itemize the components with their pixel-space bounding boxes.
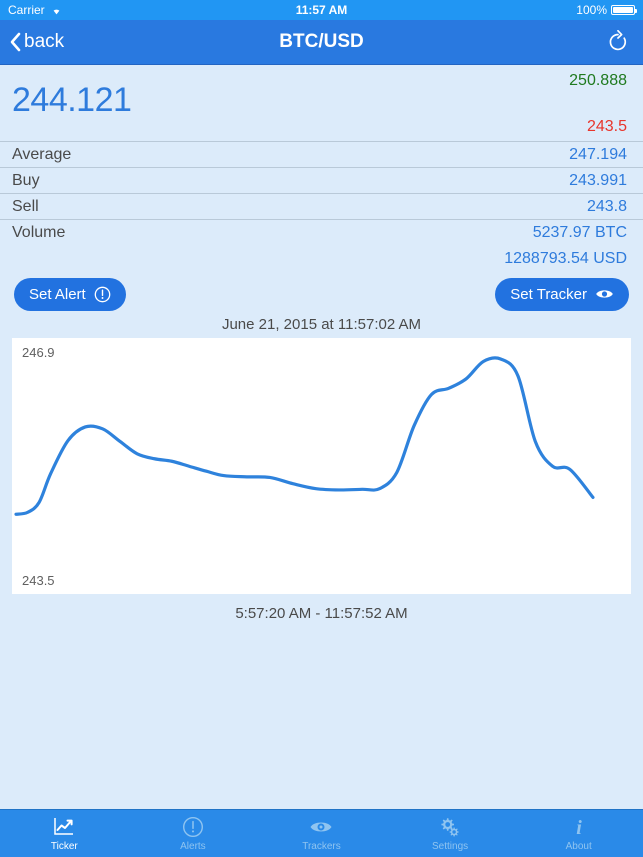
tab-bar: Ticker Alerts Trackers Settings i About — [0, 809, 643, 857]
current-price: 244.121 — [12, 81, 132, 119]
chart-line-plot — [14, 356, 595, 516]
tab-settings[interactable]: Settings — [386, 810, 515, 857]
table-row: Buy 243.991 — [0, 168, 643, 194]
exclamation-circle-icon — [182, 815, 204, 839]
line-chart-icon — [52, 815, 76, 839]
table-row: Average 247.194 — [0, 142, 643, 168]
battery-icon — [611, 5, 637, 15]
carrier-label: Carrier — [8, 3, 45, 17]
row-value-buy: 243.991 — [569, 171, 627, 189]
row-value-volume-usd: 1288793.54 USD — [504, 250, 627, 267]
eye-icon — [596, 290, 613, 298]
chart-series-line — [14, 356, 595, 516]
row-label-sell: Sell — [12, 197, 39, 215]
info-icon: i — [571, 815, 587, 839]
high-price: 250.888 — [569, 72, 627, 89]
svg-text:i: i — [576, 817, 582, 838]
back-button[interactable]: back — [0, 31, 64, 53]
refresh-icon — [609, 30, 627, 51]
stats-table: Average 247.194 Buy 243.991 Sell 243.8 V… — [0, 142, 643, 272]
action-button-bar: Set Alert Set Tracker — [0, 272, 643, 316]
status-right: 100% — [576, 3, 637, 17]
wifi-icon — [53, 9, 60, 15]
row-label-buy: Buy — [12, 171, 40, 189]
page-title: BTC/USD — [279, 31, 364, 52]
row-value-volume-btc: 5237.97 BTC — [532, 224, 627, 241]
gears-icon — [438, 815, 462, 839]
chart-y-max-label: 246.9 — [22, 345, 55, 360]
app-screen: Carrier 11:57 AM 100% back BTC/USD 244.1… — [0, 0, 643, 857]
low-price: 243.5 — [586, 118, 627, 135]
tab-trackers[interactable]: Trackers — [257, 810, 386, 857]
row-value-sell: 243.8 — [586, 197, 627, 215]
table-row: Volume 5237.97 BTC — [0, 220, 643, 246]
tab-alerts[interactable]: Alerts — [129, 810, 258, 857]
status-time: 11:57 AM — [295, 3, 348, 17]
chart-time-range: 5:57:20 AM - 11:57:52 AM — [235, 605, 408, 622]
eye-icon — [309, 815, 333, 839]
set-alert-label: Set Alert — [29, 285, 86, 303]
row-value-average: 247.194 — [569, 145, 627, 163]
chart-y-min-label: 243.5 — [22, 573, 55, 588]
row-label-volume: Volume — [12, 224, 66, 241]
tab-label-alerts: Alerts — [180, 841, 206, 852]
price-summary: 244.121 250.888 243.5 — [0, 65, 643, 142]
set-alert-button[interactable]: Set Alert — [14, 277, 126, 311]
row-label-average: Average — [12, 145, 72, 163]
set-tracker-button[interactable]: Set Tracker — [495, 277, 629, 311]
table-row: Sell 243.8 — [0, 194, 643, 220]
set-tracker-label: Set Tracker — [510, 285, 587, 303]
tab-label-about: About — [565, 841, 592, 852]
refresh-button[interactable] — [607, 30, 629, 54]
tab-label-ticker: Ticker — [50, 841, 78, 852]
tab-ticker[interactable]: Ticker — [0, 810, 129, 857]
chart-timestamp: June 21, 2015 at 11:57:02 AM — [221, 316, 422, 333]
nav-bar: back BTC/USD — [0, 20, 643, 65]
price-chart[interactable]: 246.9 243.5 — [12, 338, 631, 594]
status-bar: Carrier 11:57 AM 100% — [0, 0, 643, 20]
table-row: 1288793.54 USD — [0, 246, 643, 272]
tab-label-trackers: Trackers — [302, 841, 341, 852]
back-label: back — [24, 31, 65, 52]
battery-percent-label: 100% — [576, 3, 607, 17]
tab-about[interactable]: i About — [514, 810, 643, 857]
tab-label-settings: Settings — [432, 841, 469, 852]
status-left: Carrier — [8, 3, 63, 17]
exclamation-circle-icon — [94, 286, 111, 302]
chevron-left-icon — [10, 32, 21, 52]
